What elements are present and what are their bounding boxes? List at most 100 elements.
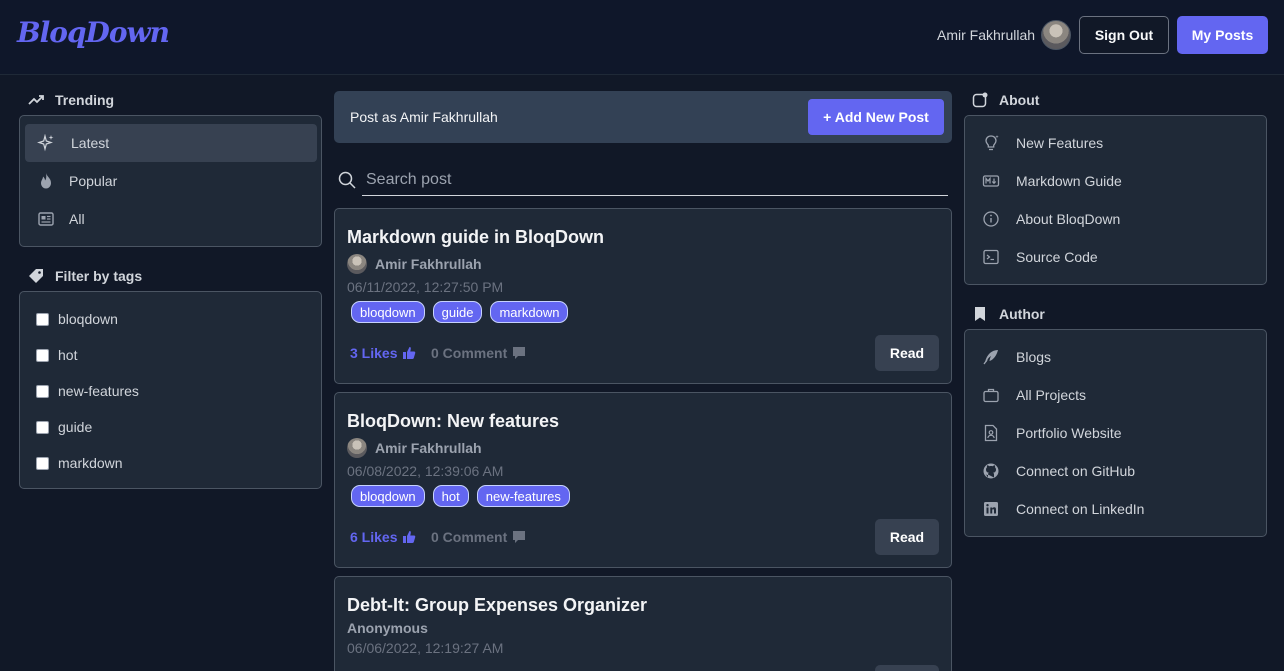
- about-item-markdown-guide[interactable]: Markdown Guide: [970, 162, 1262, 200]
- post-card[interactable]: Markdown guide in BloqDown Amir Fakhrull…: [334, 208, 952, 384]
- like-button[interactable]: 3 Likes: [350, 345, 416, 361]
- post-author-name: Amir Fakhrullah: [375, 256, 482, 272]
- post-title[interactable]: BloqDown: New features: [347, 411, 559, 432]
- post-date: 06/08/2022, 12:39:06 AM: [347, 463, 504, 479]
- author-panel: Blogs All Projects Portfolio Website Con…: [964, 329, 1267, 537]
- about-item-label: Markdown Guide: [1016, 173, 1122, 189]
- trending-item-all[interactable]: All: [25, 200, 317, 238]
- comment-icon: [513, 347, 526, 359]
- post-author: Amir Fakhrullah: [347, 438, 482, 458]
- post-card[interactable]: BloqDown: New features Amir Fakhrullah 0…: [334, 392, 952, 568]
- post-as-label: Post as Amir Fakhrullah: [350, 109, 498, 125]
- post-tag[interactable]: hot: [432, 485, 469, 507]
- logo[interactable]: BloqDown: [17, 16, 170, 49]
- avatar[interactable]: [1041, 20, 1071, 50]
- post-date: 06/11/2022, 12:27:50 PM: [347, 279, 504, 295]
- my-posts-button[interactable]: My Posts: [1177, 16, 1268, 54]
- search-input[interactable]: [362, 165, 948, 196]
- markdown-icon: [982, 175, 1000, 187]
- search-icon: [338, 171, 356, 189]
- post-date: 06/06/2022, 12:19:27 AM: [347, 640, 504, 656]
- post-author-name: Amir Fakhrullah: [375, 440, 482, 456]
- post-tag[interactable]: new-features: [476, 485, 570, 507]
- author-item-label: Blogs: [1016, 349, 1052, 365]
- bookmark-icon: [975, 307, 985, 321]
- tag-filter-bloqdown[interactable]: bloqdown: [36, 311, 118, 327]
- tag-filter-label: new-features: [58, 383, 139, 399]
- tag-filter-label: bloqdown: [58, 311, 118, 327]
- filter-tags-title: Filter by tags: [55, 268, 143, 284]
- trending-item-popular[interactable]: Popular: [25, 162, 317, 200]
- author-item-label: All Projects: [1016, 387, 1087, 403]
- about-heading: About: [972, 92, 1039, 108]
- author-item-label: Connect on LinkedIn: [1016, 501, 1145, 517]
- trending-title: Trending: [55, 92, 115, 108]
- avatar: [347, 438, 367, 458]
- about-item-label: Source Code: [1016, 249, 1098, 265]
- top-navbar: BloqDown Amir Fakhrullah Sign Out My Pos…: [0, 0, 1284, 75]
- trending-item-label: Popular: [69, 173, 118, 189]
- author-item-linkedin[interactable]: Connect on LinkedIn: [970, 490, 1262, 528]
- checkbox[interactable]: [36, 420, 49, 434]
- thumbs-up-icon: [403, 531, 416, 543]
- post-title[interactable]: Debt-It: Group Expenses Organizer: [347, 595, 647, 616]
- fire-icon: [41, 173, 51, 189]
- comment-icon: [513, 531, 526, 543]
- avatar: [347, 254, 367, 274]
- read-button[interactable]: Read: [875, 335, 939, 371]
- add-new-post-button[interactable]: + Add New Post: [808, 99, 944, 135]
- author-item-label: Portfolio Website: [1016, 425, 1122, 441]
- info-icon: [983, 211, 999, 227]
- post-as-bar: Post as Amir Fakhrullah + Add New Post: [334, 91, 952, 143]
- post-tag[interactable]: bloqdown: [351, 301, 425, 323]
- tag-filter-label: markdown: [58, 455, 123, 471]
- tag-filter-label: hot: [58, 347, 78, 363]
- terminal-icon: [983, 249, 999, 265]
- post-author: Anonymous: [347, 620, 428, 636]
- comments-count: 0 Comment: [431, 345, 508, 361]
- checkbox[interactable]: [36, 384, 49, 398]
- sparkles-icon: [37, 134, 54, 152]
- comment-button[interactable]: 0 Comment: [431, 345, 526, 361]
- tag-filter-guide[interactable]: guide: [36, 419, 92, 435]
- tag-filter-markdown[interactable]: markdown: [36, 455, 123, 471]
- author-item-all-projects[interactable]: All Projects: [970, 376, 1262, 414]
- post-title[interactable]: Markdown guide in BloqDown: [347, 227, 604, 248]
- author-item-blogs[interactable]: Blogs: [970, 338, 1262, 376]
- post-tag[interactable]: bloqdown: [351, 485, 425, 507]
- about-item-source-code[interactable]: Source Code: [970, 238, 1262, 276]
- about-item-about-bloqdown[interactable]: About BloqDown: [970, 200, 1262, 238]
- read-button[interactable]: Read: [875, 519, 939, 555]
- post-author-name: Anonymous: [347, 620, 428, 636]
- trending-panel: Latest Popular All: [19, 115, 322, 247]
- checkbox[interactable]: [36, 312, 49, 326]
- author-item-portfolio-website[interactable]: Portfolio Website: [970, 414, 1262, 452]
- trending-item-latest[interactable]: Latest: [25, 124, 317, 162]
- comment-button[interactable]: 0 Comment: [431, 529, 526, 545]
- tag-filter-hot[interactable]: hot: [36, 347, 77, 363]
- likes-count: 6 Likes: [350, 529, 398, 545]
- post-card[interactable]: Debt-It: Group Expenses Organizer Anonym…: [334, 576, 952, 671]
- about-item-label: New Features: [1016, 135, 1104, 151]
- tag-filter-label: guide: [58, 419, 93, 435]
- lightbulb-icon: [985, 135, 999, 151]
- author-title: Author: [999, 306, 1045, 322]
- tag-filter-new-features[interactable]: new-features: [36, 383, 139, 399]
- sign-out-button[interactable]: Sign Out: [1079, 16, 1169, 54]
- post-author: Amir Fakhrullah: [347, 254, 482, 274]
- post-tag[interactable]: markdown: [490, 301, 569, 323]
- about-item-new-features[interactable]: New Features: [970, 124, 1262, 162]
- user-name: Amir Fakhrullah: [937, 27, 1036, 43]
- checkbox[interactable]: [36, 348, 49, 362]
- like-button[interactable]: 6 Likes: [350, 529, 416, 545]
- read-button[interactable]: [875, 665, 939, 671]
- checkbox[interactable]: [36, 456, 49, 470]
- author-item-github[interactable]: Connect on GitHub: [970, 452, 1262, 490]
- thumbs-up-icon: [403, 347, 416, 359]
- filter-tags-heading: Filter by tags: [28, 268, 142, 284]
- likes-count: 3 Likes: [350, 345, 398, 361]
- about-title: About: [999, 92, 1040, 108]
- author-heading: Author: [972, 306, 1045, 322]
- linkedin-icon: [984, 502, 998, 516]
- post-tag[interactable]: guide: [432, 301, 483, 323]
